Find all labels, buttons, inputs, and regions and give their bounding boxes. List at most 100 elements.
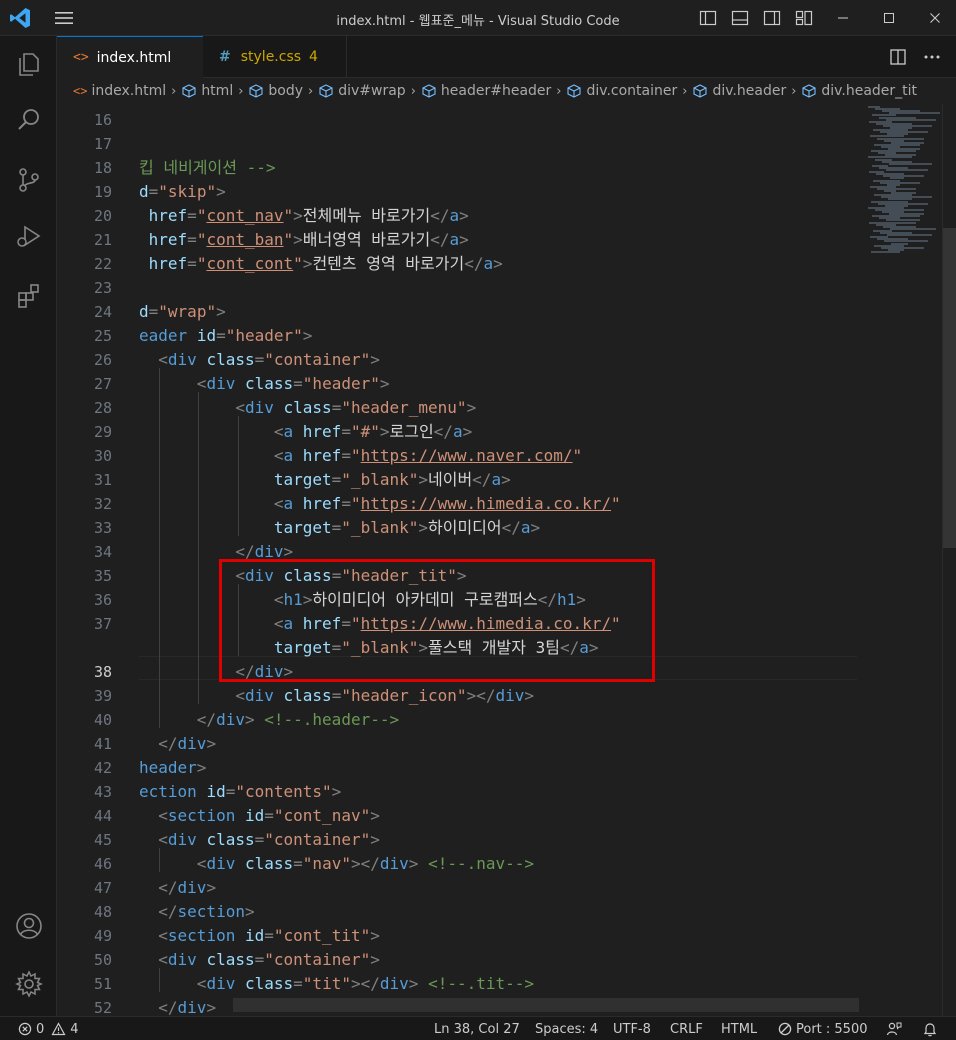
problems-indicator[interactable]: 0 4 [18, 1017, 79, 1040]
code-token: = [293, 374, 303, 393]
code-token: </ [472, 470, 492, 489]
feedback-icon[interactable] [886, 1017, 902, 1040]
line-number: 34 [93, 543, 112, 561]
code-token: div [379, 974, 409, 993]
code-line[interactable]: <div class="container"> [139, 348, 380, 372]
explorer-icon[interactable] [0, 40, 57, 88]
code-line[interactable]: <div class="container"> [139, 948, 380, 972]
minimap[interactable] [862, 104, 942, 1016]
maximize-icon[interactable] [866, 0, 912, 36]
code-token: " [196, 206, 207, 225]
code-line[interactable]: href="cont_ban">배너영역 바로가기</a> [139, 228, 469, 252]
customize-layout-icon[interactable] [794, 8, 814, 28]
code-editor[interactable]: 16 17 18 19 20 21 22 23 24 25 26 27 28 29 30 31 32 33 34 35… [57, 104, 956, 1016]
code-line[interactable]: d="wrap"> [139, 300, 226, 324]
code-line[interactable]: d="skip"> [139, 180, 226, 204]
notifications-bell-icon[interactable] [922, 1017, 938, 1040]
code-line[interactable]: <section id="cont_tit"> [139, 924, 380, 948]
encoding-setting[interactable]: UTF-8 [613, 1017, 651, 1040]
code-line[interactable]: </div> [139, 732, 216, 756]
code-line[interactable]: <div class="container"> [139, 828, 380, 852]
code-token: "cont_nav" [273, 806, 371, 825]
horizontal-scrollbar[interactable] [233, 998, 859, 1012]
breadcrumb-element[interactable]: div#wrap [318, 83, 406, 99]
code-line[interactable]: 킵 네비게이션 --> [139, 156, 275, 180]
breadcrumb-file[interactable]: <> index.html [73, 83, 166, 99]
chevron-right-icon: › [308, 83, 314, 99]
code-token: div [167, 350, 197, 369]
code-line[interactable]: target="_blank">네이버</a> [139, 468, 511, 492]
toggle-secondary-sidebar-icon[interactable] [762, 8, 782, 28]
code-token: div [206, 974, 236, 993]
code-line[interactable]: </div> [139, 876, 216, 900]
settings-gear-icon[interactable] [0, 960, 57, 1008]
breadcrumb-element[interactable]: body [248, 83, 303, 99]
code-line[interactable]: <div class="header_icon"></div> [139, 684, 534, 708]
code-token: = [187, 254, 197, 273]
code-token: > [459, 230, 469, 249]
code-token: "contents" [235, 782, 332, 801]
code-line[interactable]: eader id="header"> [139, 324, 312, 348]
code-token: "skip" [158, 182, 217, 201]
tab-style-css[interactable]: # style.css 4 [203, 36, 347, 78]
code-token: = [187, 230, 197, 249]
toggle-panel-icon[interactable] [730, 8, 750, 28]
code-line[interactable]: </section> [139, 900, 254, 924]
code-token: > [379, 374, 390, 393]
code-token: = [293, 854, 303, 873]
problems-badge: 4 [309, 49, 318, 65]
search-icon[interactable] [0, 96, 57, 144]
chevron-right-icon: › [410, 83, 416, 99]
code-line[interactable]: href="cont_cont">컨텐츠 영역 바로가기</a> [139, 252, 503, 276]
code-line[interactable]: <a href="https://www.naver.com/" [139, 444, 582, 468]
code-token: = [225, 782, 236, 801]
toggle-primary-sidebar-icon[interactable] [698, 8, 718, 28]
cursor-position[interactable]: Ln 38, Col 27 [434, 1017, 520, 1040]
code-line[interactable]: <div class="header_menu"> [139, 396, 476, 420]
line-number: 39 [93, 687, 112, 705]
code-line[interactable]: <div class="header"> [139, 372, 390, 396]
code-line[interactable]: ection id="contents"> [139, 780, 341, 804]
code-line[interactable]: </div> <!--.header--> [139, 708, 399, 732]
code-token: = [254, 950, 265, 969]
live-server-port[interactable]: Port : 5500 [778, 1017, 868, 1040]
code-line[interactable]: <div class="nav"></div> <!--.nav--> [139, 852, 534, 876]
breadcrumb-element[interactable]: div.header_tit [801, 83, 917, 99]
code-line[interactable]: </div> [139, 996, 216, 1016]
minimize-icon[interactable] [820, 0, 866, 36]
tab-index-html[interactable]: <> index.html [57, 36, 203, 78]
red-annotation-box [219, 559, 655, 682]
breadcrumb-element[interactable]: div.header [692, 83, 786, 99]
close-icon[interactable] [912, 0, 956, 36]
hamburger-menu-icon[interactable] [52, 8, 76, 28]
minimap-line [889, 112, 940, 115]
code-line[interactable]: header> [139, 756, 206, 780]
source-control-icon[interactable] [0, 156, 57, 204]
code-line[interactable]: <div class="tit"></div> <!--.tit--> [139, 972, 534, 996]
indentation-setting[interactable]: Spaces: 4 [535, 1017, 598, 1040]
code-line[interactable]: <a href="https://www.himedia.co.kr/" [139, 492, 621, 516]
language-mode[interactable]: HTML [721, 1017, 757, 1040]
run-debug-icon[interactable] [0, 212, 57, 260]
extensions-icon[interactable] [0, 272, 57, 320]
breadcrumb-element[interactable]: div.container [566, 83, 677, 99]
error-icon [18, 1022, 32, 1036]
code-line[interactable]: <section id="cont_nav"> [139, 804, 380, 828]
breadcrumb-element[interactable]: html [181, 83, 233, 99]
accounts-icon[interactable] [0, 902, 57, 950]
code-line[interactable]: <a href="#">로그인</a> [139, 420, 472, 444]
breadcrumb-element[interactable]: header#header [421, 83, 551, 99]
vertical-scrollbar-thumb[interactable] [943, 228, 956, 548]
code-line[interactable]: target="_blank">하이미디어</a> [139, 516, 540, 540]
eol-setting[interactable]: CRLF [670, 1017, 703, 1040]
more-actions-icon[interactable] [922, 47, 942, 71]
code-line[interactable]: href="cont_nav">전체메뉴 바로가기</a> [139, 204, 469, 228]
split-editor-icon[interactable] [888, 47, 908, 71]
